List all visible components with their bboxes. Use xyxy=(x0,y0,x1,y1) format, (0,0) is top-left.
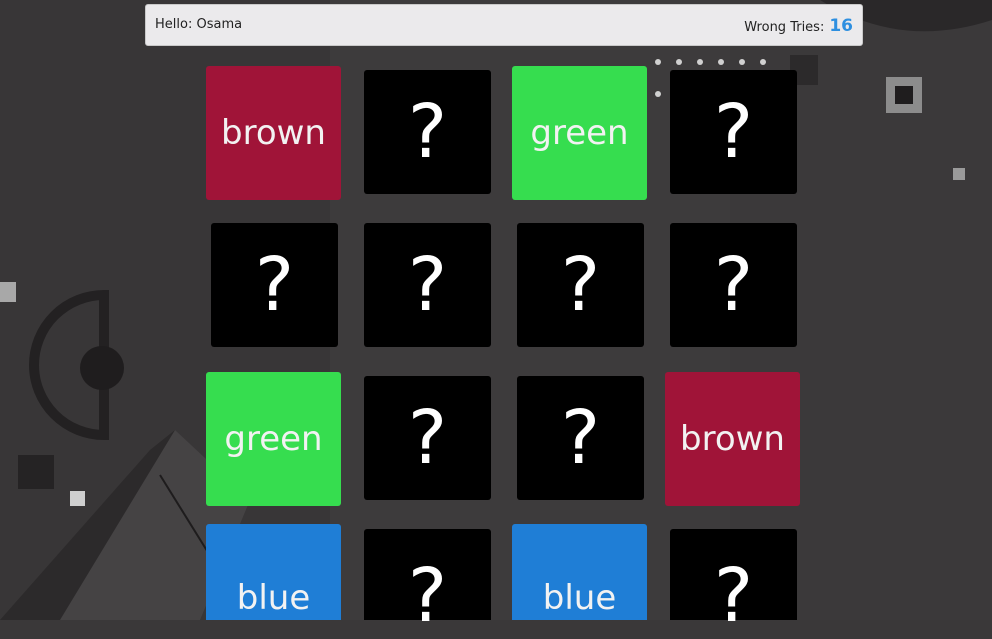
card-label: brown xyxy=(221,113,326,153)
card-label: ? xyxy=(713,242,754,328)
memory-card[interactable]: ? xyxy=(670,70,797,194)
card-label: blue xyxy=(542,578,617,618)
memory-card[interactable]: blue xyxy=(206,524,341,620)
memory-card[interactable]: brown xyxy=(665,372,800,506)
background-decoration xyxy=(0,0,992,620)
card-label: ? xyxy=(560,395,601,481)
memory-card[interactable]: ? xyxy=(364,529,491,633)
card-label: ? xyxy=(407,89,448,175)
memory-card[interactable]: brown xyxy=(206,66,341,200)
memory-card[interactable]: ? xyxy=(517,376,644,500)
memory-card[interactable]: green xyxy=(512,66,647,200)
game-header: Hello: Osama Wrong Tries: 16 xyxy=(145,4,863,46)
player-greeting: Hello: Osama xyxy=(155,17,242,32)
memory-card[interactable]: ? xyxy=(211,223,338,347)
card-label: ? xyxy=(407,553,448,639)
memory-card[interactable]: green xyxy=(206,372,341,506)
memory-card[interactable]: ? xyxy=(670,223,797,347)
card-label: ? xyxy=(713,553,754,639)
memory-card[interactable]: ? xyxy=(364,70,491,194)
card-label: green xyxy=(224,419,323,459)
greeting-label: Hello: xyxy=(155,17,193,32)
card-label: ? xyxy=(407,242,448,328)
card-label: brown xyxy=(680,419,785,459)
memory-card[interactable]: ? xyxy=(364,223,491,347)
memory-card[interactable]: ? xyxy=(364,376,491,500)
memory-card[interactable]: ? xyxy=(517,223,644,347)
wrong-tries-count: 16 xyxy=(829,16,853,36)
memory-card[interactable]: blue xyxy=(512,524,647,620)
wrong-tries-label: Wrong Tries: xyxy=(744,20,825,35)
card-label: ? xyxy=(560,242,601,328)
card-label: blue xyxy=(236,578,311,618)
player-name: Osama xyxy=(196,17,243,32)
wrong-tries-counter: Wrong Tries: 16 xyxy=(744,16,853,36)
card-label: ? xyxy=(713,89,754,175)
card-label: ? xyxy=(254,242,295,328)
card-label: ? xyxy=(407,395,448,481)
memory-card[interactable]: ? xyxy=(670,529,797,633)
card-label: green xyxy=(530,113,629,153)
